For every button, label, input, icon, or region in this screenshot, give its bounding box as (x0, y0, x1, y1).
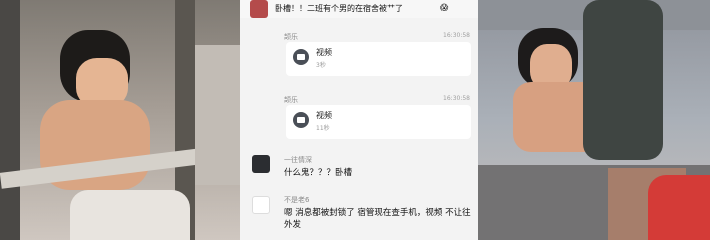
sender-name: 颉乐 (284, 33, 298, 41)
background-wall (195, 45, 240, 185)
video-file-icon (293, 49, 309, 65)
video-message[interactable]: 视频 11秒 (286, 105, 471, 139)
avatar (252, 196, 270, 214)
message-text: 什么鬼？？？卧槽 (284, 168, 353, 178)
avatar (252, 155, 270, 173)
top-message-text: 卧槽！！二班有个男的在宿舍被艹了 (275, 4, 403, 13)
standing-person (583, 0, 663, 160)
red-shoe (648, 175, 710, 240)
scream-emoji: 😱 (440, 3, 449, 12)
bed-sheet (70, 190, 190, 240)
sender-name: 颉乐 (284, 96, 298, 104)
video-duration: 3秒 (316, 62, 326, 69)
bed-frame-left (0, 0, 20, 240)
sender-name: 不是老6 (284, 196, 310, 204)
video-duration: 11秒 (316, 125, 330, 132)
video-file-icon (293, 112, 309, 128)
sender-avatar (250, 0, 268, 18)
top-message: 卧槽！！二班有个男的在宿舍被艹了 😱 (240, 0, 478, 18)
video-message[interactable]: 视频 3秒 (286, 42, 471, 76)
sender-name: 一往情深 (284, 156, 312, 164)
left-video-frame (0, 0, 240, 240)
message-text: 嗯 消息都被封锁了 宿管现在查手机，视频 不让往外发 (284, 208, 471, 230)
message-time: 16:30:58 (443, 32, 470, 39)
video-label: 视频 (316, 48, 332, 57)
message-time: 16:30:58 (443, 95, 470, 102)
chat-screenshot: 卧槽！！二班有个男的在宿舍被艹了 😱 颉乐 16:30:58 视频 3秒 颉乐 … (240, 0, 478, 240)
screenshot-frame: 卧槽！！二班有个男的在宿舍被艹了 😱 颉乐 16:30:58 视频 3秒 颉乐 … (0, 0, 710, 240)
right-video-frame (478, 0, 710, 240)
video-label: 视频 (316, 111, 332, 120)
